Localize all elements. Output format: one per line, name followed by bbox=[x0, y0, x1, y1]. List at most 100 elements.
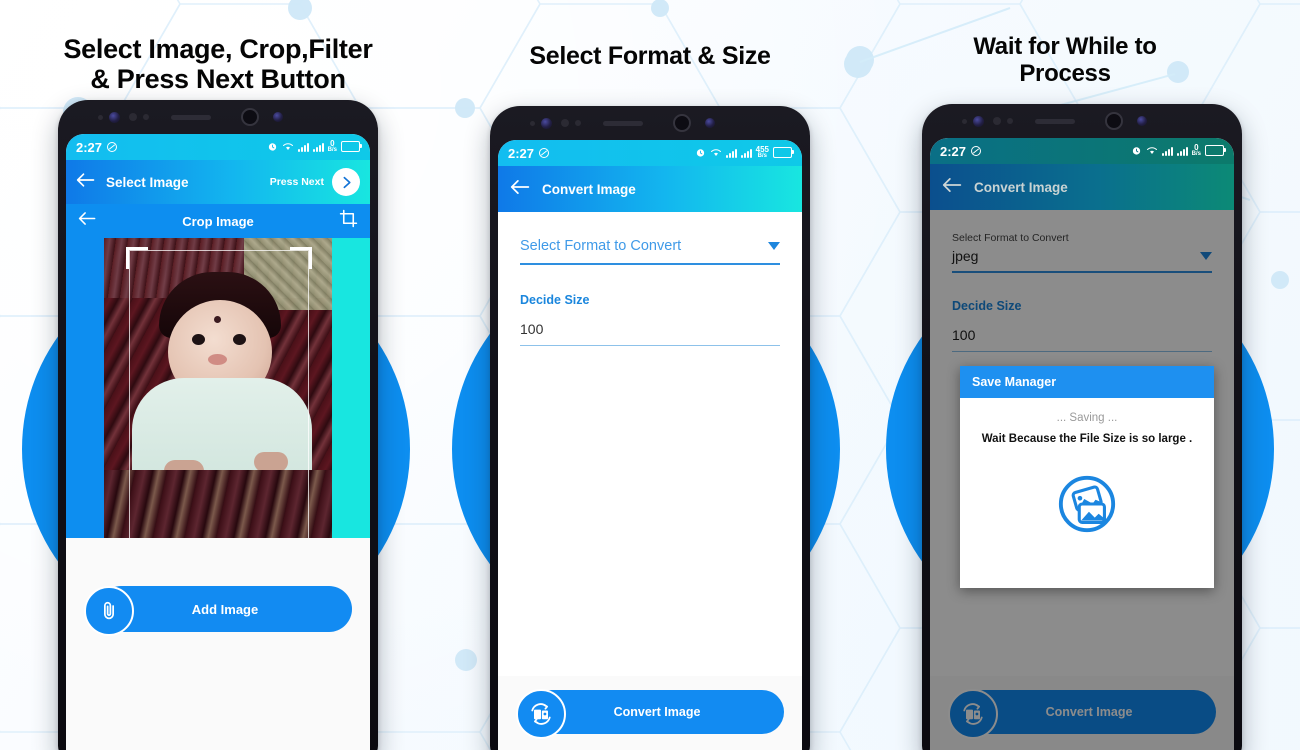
crop-back-icon[interactable] bbox=[78, 211, 97, 231]
crop-image-bar: Crop Image bbox=[66, 204, 370, 238]
photo-right-strip bbox=[332, 238, 370, 578]
iris-scanner-icon bbox=[673, 114, 691, 132]
panel-1-caption: Select Image, Crop,Filter & Press Next B… bbox=[28, 34, 408, 94]
phone-3: 2:27 0 B/s Convert Image Select Format t… bbox=[922, 104, 1242, 750]
add-image-button[interactable]: Add Image bbox=[84, 586, 354, 636]
dnd-icon bbox=[539, 148, 550, 158]
crop-photo[interactable] bbox=[104, 238, 332, 578]
wifi-icon bbox=[282, 143, 293, 151]
proximity-sensor-icon bbox=[962, 118, 967, 124]
press-next-label: Press Next bbox=[269, 176, 324, 188]
promo-stage: Select Image, Crop,Filter & Press Next B… bbox=[0, 0, 1300, 750]
format-select[interactable]: Select Format to Convert bbox=[520, 238, 780, 254]
convert-image-button[interactable]: Convert Image bbox=[516, 689, 786, 739]
panel-3-caption-line2: Process bbox=[1019, 59, 1111, 87]
crop-selection-frame[interactable] bbox=[126, 247, 312, 569]
dnd-icon bbox=[107, 142, 118, 152]
dialog-title-bar: Save Manager bbox=[960, 366, 1214, 398]
signal-bars-sim2-icon bbox=[1176, 146, 1188, 156]
panel-2-caption-line1: Select Format & Size bbox=[529, 42, 771, 70]
front-camera-icon bbox=[973, 115, 984, 127]
phone-1-screen: 2:27 0 B/s Select Image Press Next Crop … bbox=[66, 134, 370, 750]
format-label: Select Format to Convert bbox=[520, 238, 682, 254]
phone-1-status-bar: 2:27 0 B/s bbox=[66, 134, 370, 160]
appbar-title: Convert Image bbox=[974, 179, 1068, 195]
paperclip-icon[interactable] bbox=[84, 586, 134, 636]
phone-2-status-bar: 2:27 455 B/s bbox=[498, 140, 802, 166]
photo-left-strip bbox=[66, 238, 104, 578]
data-rate-unit: B/s bbox=[1191, 150, 1201, 157]
light-sensor-icon bbox=[993, 117, 1001, 125]
crop-corner-tr[interactable] bbox=[290, 247, 312, 269]
data-rate-indicator: 0 B/s bbox=[1191, 144, 1201, 157]
ir-sensor-icon bbox=[1007, 118, 1013, 124]
status-icons-group: 0 B/s bbox=[1131, 144, 1226, 157]
crop-icon[interactable] bbox=[339, 209, 358, 233]
wifi-icon bbox=[1146, 147, 1157, 155]
panel-3-caption-line1: Wait for While to bbox=[973, 33, 1157, 60]
convert-image-label: Convert Image bbox=[613, 705, 701, 719]
front-camera-icon bbox=[541, 117, 552, 129]
appbar-title: Convert Image bbox=[542, 181, 636, 197]
dialog-title: Save Manager bbox=[972, 375, 1057, 389]
dialog-message: Wait Because the File Size is so large . bbox=[981, 433, 1193, 445]
phone-3-appbar: Convert Image bbox=[930, 164, 1234, 210]
next-button[interactable] bbox=[332, 168, 360, 196]
alarm-icon bbox=[268, 143, 276, 152]
alarm-icon bbox=[1132, 147, 1140, 156]
data-rate-indicator: 0 B/s bbox=[327, 140, 337, 153]
secondary-camera-icon bbox=[273, 112, 283, 122]
dialog-body: ... Saving ... Wait Because the File Siz… bbox=[960, 398, 1214, 540]
phone-1-bezel bbox=[58, 100, 378, 134]
light-sensor-icon bbox=[129, 113, 137, 121]
back-icon[interactable] bbox=[510, 179, 531, 200]
save-manager-dialog: Save Manager ... Saving ... Wait Because… bbox=[960, 366, 1214, 588]
data-rate-unit: B/s bbox=[327, 146, 337, 153]
back-icon[interactable] bbox=[942, 177, 963, 198]
phone-2-bezel bbox=[490, 106, 810, 140]
crop-corner-tl[interactable] bbox=[126, 247, 148, 269]
crop-photo-area bbox=[66, 238, 370, 578]
proximity-sensor-icon bbox=[98, 114, 103, 120]
phone-1: 2:27 0 B/s Select Image Press Next Crop … bbox=[58, 100, 378, 750]
status-time: 2:27 bbox=[508, 145, 535, 161]
press-next-group[interactable]: Press Next bbox=[270, 168, 360, 196]
status-time: 2:27 bbox=[940, 143, 967, 159]
status-time-group: 2:27 bbox=[76, 140, 118, 155]
appbar-title: Select Image bbox=[106, 174, 189, 190]
secondary-camera-icon bbox=[705, 118, 715, 128]
size-underline bbox=[520, 344, 780, 346]
phone-3-status-bar: 2:27 0 B/s bbox=[930, 138, 1234, 164]
crop-image-title: Crop Image bbox=[182, 213, 254, 229]
earpiece-speaker bbox=[171, 114, 211, 120]
earpiece-speaker bbox=[1035, 118, 1075, 124]
status-icons-group: 455 B/s bbox=[695, 146, 794, 159]
data-rate-indicator: 455 B/s bbox=[756, 146, 769, 159]
photos-circle-icon bbox=[1056, 473, 1118, 540]
secondary-camera-icon bbox=[1137, 116, 1147, 126]
phone-2: 2:27 455 B/s Convert Image Select Format… bbox=[490, 106, 810, 750]
phone-1-appbar: Select Image Press Next bbox=[66, 160, 370, 204]
status-time-group: 2:27 bbox=[940, 144, 982, 159]
panel-2-caption: Select Format & Size bbox=[450, 42, 850, 70]
signal-bars-sim1-icon bbox=[725, 148, 737, 158]
convert-form: Select Format to Convert Decide Size 100 bbox=[498, 212, 802, 346]
convert-file-icon[interactable] bbox=[516, 689, 566, 739]
signal-bars-sim1-icon bbox=[1161, 146, 1173, 156]
phone-3-screen: 2:27 0 B/s Convert Image Select Format t… bbox=[930, 138, 1234, 750]
iris-scanner-icon bbox=[241, 108, 259, 126]
chevron-down-icon[interactable] bbox=[768, 242, 780, 250]
battery-icon bbox=[341, 141, 362, 153]
earpiece-speaker bbox=[603, 120, 643, 126]
phone-1-footer: Add Image bbox=[66, 538, 370, 750]
back-icon[interactable] bbox=[76, 172, 96, 193]
size-input[interactable]: 100 bbox=[520, 321, 780, 337]
status-time: 2:27 bbox=[76, 139, 103, 155]
add-image-pill[interactable]: Add Image bbox=[98, 586, 352, 632]
convert-image-pill[interactable]: Convert Image bbox=[530, 690, 784, 734]
signal-bars-sim2-icon bbox=[740, 148, 752, 158]
chevron-right-icon bbox=[343, 176, 351, 188]
battery-icon bbox=[1205, 145, 1226, 157]
ir-sensor-icon bbox=[575, 120, 581, 126]
data-rate-unit: B/s bbox=[757, 152, 767, 159]
